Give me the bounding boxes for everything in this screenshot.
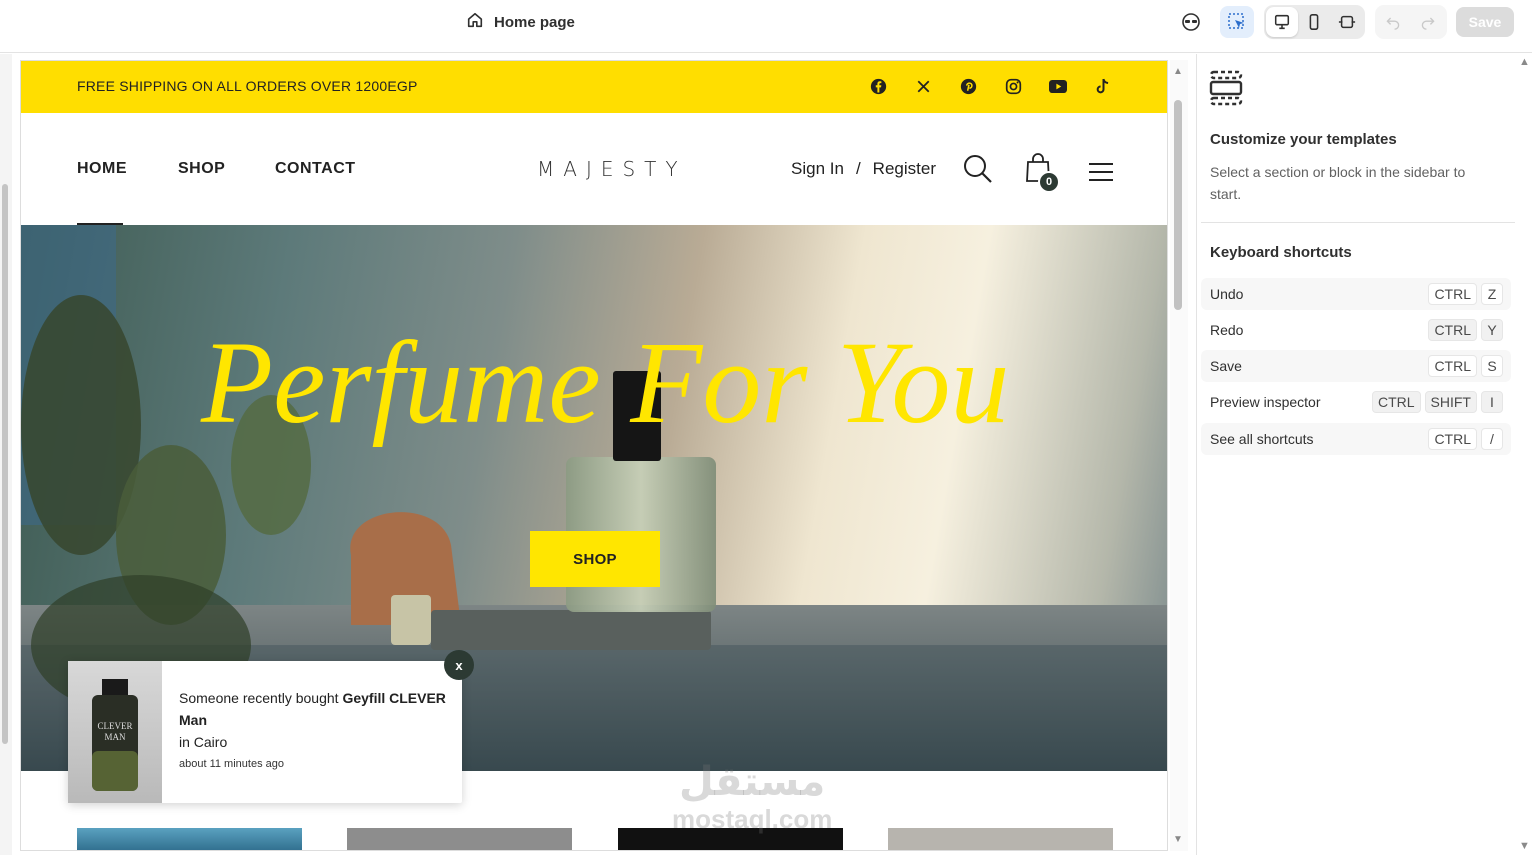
shortcut-row-preview-inspector: Preview inspector CTRL SHIFT I <box>1201 386 1511 418</box>
shortcut-key: CTRL <box>1428 428 1477 450</box>
shortcut-label: Save <box>1210 358 1242 374</box>
redo-icon[interactable] <box>1412 7 1444 37</box>
nav-contact[interactable]: CONTACT <box>275 160 356 178</box>
sidebar-title: Customize your templates <box>1210 131 1397 148</box>
announcement-text: FREE SHIPPING ON ALL ORDERS OVER 1200EGP <box>77 78 418 94</box>
viewport-toggle-group <box>1264 5 1365 39</box>
shortcut-key: I <box>1481 391 1503 413</box>
menu-icon[interactable] <box>1089 162 1113 187</box>
popup-close-button[interactable]: x <box>444 650 474 680</box>
left-scrollbar[interactable] <box>2 184 8 744</box>
search-icon[interactable] <box>963 153 993 190</box>
product-label-line-1: CLEVER <box>97 721 133 731</box>
shortcut-label: See all shortcuts <box>1210 431 1314 447</box>
shortcut-row-undo: Undo CTRL Z <box>1201 278 1511 310</box>
sidebar-scroll-up-icon[interactable]: ▲ <box>1519 56 1530 68</box>
collection-image-4[interactable] <box>888 828 1113 850</box>
collection-image-2[interactable] <box>347 828 572 850</box>
facebook-icon[interactable] <box>869 77 887 95</box>
shortcut-key: Y <box>1481 319 1503 341</box>
site-header: HOME SHOP CONTACT MAJESTY Sign In / Regi… <box>21 113 1167 225</box>
shortcut-label: Redo <box>1210 322 1244 338</box>
watermark-arabic: مستقل <box>679 760 826 804</box>
page-title: Home page <box>494 13 575 31</box>
account-separator: / <box>855 159 861 178</box>
shortcut-key: CTRL <box>1428 283 1477 305</box>
store-logo[interactable]: MAJESTY <box>537 157 687 181</box>
popup-location: in Cairo <box>179 734 228 750</box>
sidebar-description: Select a section or block in the sidebar… <box>1210 164 1466 202</box>
shortcut-key: / <box>1481 428 1503 450</box>
save-button[interactable]: Save <box>1456 7 1514 37</box>
popup-prefix: Someone recently bought <box>179 690 343 706</box>
mobile-icon[interactable] <box>1298 7 1330 37</box>
cart-icon[interactable]: 0 <box>1025 153 1065 193</box>
shortcut-key: CTRL <box>1428 355 1477 377</box>
scroll-up-icon[interactable]: ▲ <box>1173 66 1183 77</box>
sidebar-divider <box>1201 222 1515 223</box>
sunglasses-icon[interactable] <box>1174 6 1208 38</box>
hero-shop-button[interactable]: SHOP <box>530 531 660 587</box>
history-group <box>1375 5 1447 39</box>
product-thumbnail: CLEVER MAN <box>68 661 162 803</box>
sidebar-scroll-down-icon[interactable]: ▼ <box>1519 840 1530 852</box>
preview-scrollbar[interactable]: ▲ ▼ <box>1170 60 1188 851</box>
sign-in-link[interactable]: Sign In <box>791 159 844 179</box>
editor-topbar: Home page Save <box>0 0 1532 53</box>
shortcuts-title: Keyboard shortcuts <box>1210 244 1352 261</box>
select-cursor-icon[interactable] <box>1220 6 1254 38</box>
editor-sidebar: ▲ Customize your templates Select a sect… <box>1196 54 1532 855</box>
left-scroll-gutter <box>0 54 12 855</box>
template-section-icon <box>1209 70 1243 111</box>
nav-shop[interactable]: SHOP <box>178 160 225 178</box>
x-icon[interactable] <box>914 77 932 95</box>
collection-image-1[interactable] <box>77 828 302 850</box>
desktop-icon[interactable] <box>1266 7 1298 37</box>
nav-home[interactable]: HOME <box>77 160 127 178</box>
youtube-icon[interactable] <box>1049 77 1067 95</box>
shortcut-label: Preview inspector <box>1210 394 1321 410</box>
product-label-line-2: MAN <box>104 732 126 742</box>
register-link[interactable]: Register <box>873 159 936 179</box>
scroll-down-icon[interactable]: ▼ <box>1173 834 1183 845</box>
store-preview: FREE SHIPPING ON ALL ORDERS OVER 1200EGP… <box>20 60 1168 851</box>
fullwidth-icon[interactable] <box>1331 7 1363 37</box>
shortcut-key: S <box>1481 355 1503 377</box>
undo-icon[interactable] <box>1377 7 1409 37</box>
cart-count-badge: 0 <box>1038 171 1060 193</box>
tiktok-icon[interactable] <box>1094 77 1112 95</box>
shortcut-row-see-all[interactable]: See all shortcuts CTRL / <box>1201 423 1511 455</box>
popup-message: Someone recently bought Geyfill CLEVER M… <box>179 687 449 753</box>
popup-time-ago: about 11 minutes ago <box>179 758 284 770</box>
preview-scroll-thumb[interactable] <box>1174 100 1182 310</box>
instagram-icon[interactable] <box>1004 77 1022 95</box>
social-links <box>869 77 1112 95</box>
pinterest-icon[interactable] <box>959 77 977 95</box>
shortcut-key: SHIFT <box>1424 391 1477 413</box>
recent-purchase-popup[interactable]: CLEVER MAN Someone recently bought Geyfi… <box>68 661 462 803</box>
page-selector[interactable]: Home page <box>466 10 575 34</box>
announcement-bar: FREE SHIPPING ON ALL ORDERS OVER 1200EGP <box>21 61 1167 113</box>
shortcut-row-redo: Redo CTRL Y <box>1201 314 1511 346</box>
shortcut-label: Undo <box>1210 286 1244 302</box>
shortcut-row-save: Save CTRL S <box>1201 350 1511 382</box>
account-links: Sign In / Register <box>791 159 936 179</box>
hero-title: Perfume For You <box>201 317 1010 448</box>
watermark: مستقل mostaql.com <box>672 760 832 834</box>
watermark-latin: mostaql.com <box>672 804 833 834</box>
shortcut-key: CTRL <box>1371 391 1421 413</box>
shortcut-key: Z <box>1481 283 1503 305</box>
shortcut-key: CTRL <box>1428 319 1477 341</box>
home-icon <box>466 11 484 33</box>
